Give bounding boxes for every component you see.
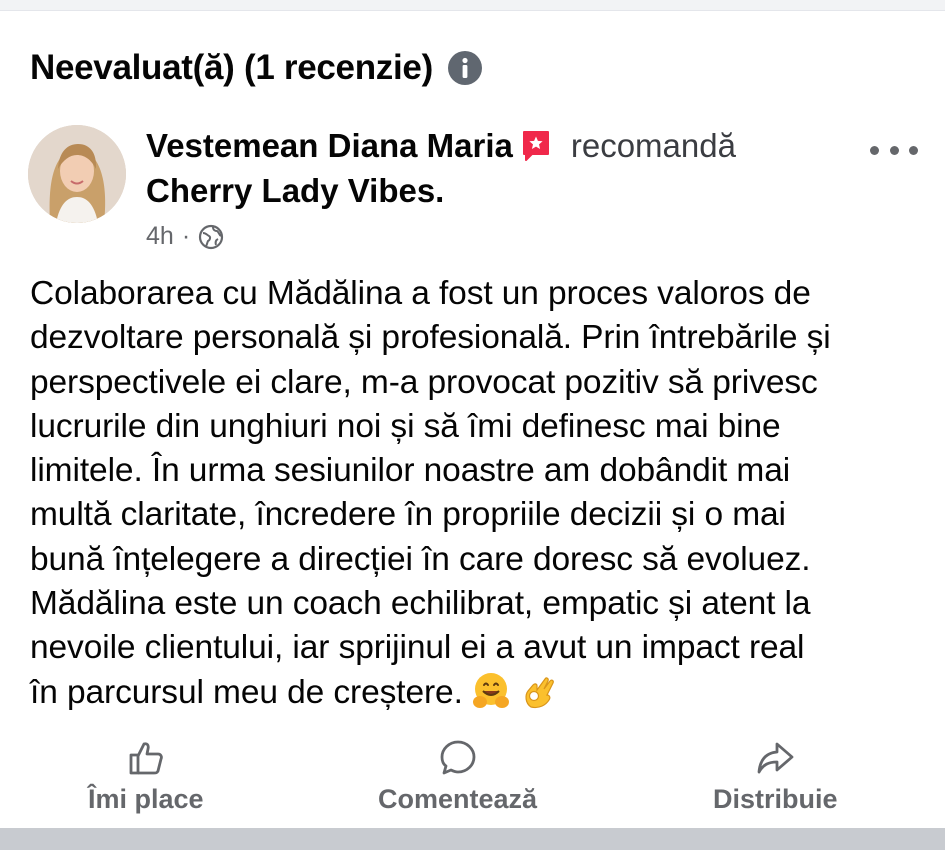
info-icon[interactable] xyxy=(447,50,483,86)
like-label: Îmi place xyxy=(88,784,204,814)
recommends-verb: recomandă xyxy=(570,127,736,164)
thumbs-up-icon xyxy=(129,742,163,775)
post-actions: Îmi place Comentează Distribuie xyxy=(0,738,945,823)
author-name[interactable]: Vestemean Diana Maria xyxy=(146,127,513,165)
review-line: dezvoltare personală și profesională. Pr… xyxy=(30,319,831,357)
share-arrow-icon xyxy=(757,742,794,774)
review-line: Mădălina este un coach echilibrat, empat… xyxy=(30,585,811,623)
review-line: nevoile clientului, iar sprijinul ei a a… xyxy=(30,629,805,667)
more-options-icon[interactable] xyxy=(870,138,918,162)
review-line: multă claritate, încredere în propriile … xyxy=(30,496,786,534)
post-header-line: Vestemean Diana Maria recomandă xyxy=(146,124,736,168)
page-name-link[interactable]: Cherry Lady Vibes. xyxy=(146,172,444,210)
review-line: bună înțelegere a direcției în care dore… xyxy=(30,540,811,578)
share-label: Distribuie xyxy=(713,784,838,814)
review-line: lucrurile din unghiuri noi și să îmi def… xyxy=(30,407,781,445)
hugging-face-emoji-icon xyxy=(472,672,509,708)
comment-button[interactable]: Comentează xyxy=(378,738,537,815)
post-time[interactable]: 4h xyxy=(146,222,174,251)
review-line: limitele. În urma sesiunilor noastre am … xyxy=(30,452,791,490)
recommend-badge-icon xyxy=(522,131,549,161)
review-last-line: în parcursul meu de creștere. xyxy=(30,671,930,715)
comment-label: Comentează xyxy=(378,784,538,814)
review-text: Colaborarea cu Mădălina a fost un proces… xyxy=(30,272,930,715)
top-divider xyxy=(0,0,945,11)
meta-separator: · xyxy=(181,222,191,250)
globe-icon xyxy=(199,224,224,249)
reviews-header: Neevaluat(ă) (1 recenzie) xyxy=(30,48,483,88)
comment-icon xyxy=(440,740,475,775)
share-button[interactable]: Distribuie xyxy=(713,738,838,815)
review-line: perspectivele ei clare, m-a provocat poz… xyxy=(30,363,818,401)
reviews-title: Neevaluat(ă) (1 recenzie) xyxy=(30,48,433,87)
post-meta: 4h · xyxy=(146,222,224,251)
bottom-divider xyxy=(0,828,945,850)
author-avatar[interactable] xyxy=(28,125,126,223)
review-line: în parcursul meu de creștere. xyxy=(30,673,463,711)
like-button[interactable]: Îmi place xyxy=(88,738,204,815)
ok-hand-emoji-icon xyxy=(525,677,554,708)
review-line: Colaborarea cu Mădălina a fost un proces… xyxy=(30,275,811,312)
